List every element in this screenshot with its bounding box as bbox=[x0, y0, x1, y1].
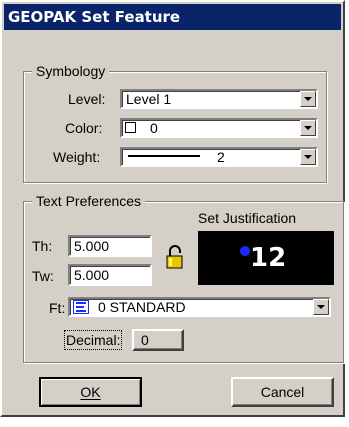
decimal-button[interactable]: 0 bbox=[132, 329, 184, 351]
justification-dot-icon bbox=[240, 246, 250, 256]
color-label: Color: bbox=[65, 120, 103, 136]
ok-button[interactable]: OK bbox=[39, 377, 142, 407]
justification-label: Set Justification bbox=[198, 210, 297, 226]
weight-value: 2 bbox=[217, 149, 225, 165]
color-swatch-icon bbox=[125, 122, 136, 133]
level-dropdown[interactable]: Level 1 bbox=[120, 89, 318, 109]
tw-input[interactable]: 5.000 bbox=[68, 264, 152, 286]
font-icon bbox=[73, 300, 89, 314]
window-title[interactable]: GEOPAK Set Feature bbox=[4, 4, 341, 30]
font-value: 0 STANDARD bbox=[98, 299, 186, 315]
color-value: 0 bbox=[150, 120, 158, 136]
tw-label: Tw: bbox=[32, 268, 54, 284]
chevron-down-icon[interactable] bbox=[300, 91, 316, 107]
ok-label: OK bbox=[80, 384, 101, 400]
lock-icon[interactable] bbox=[166, 244, 184, 270]
font-dropdown[interactable]: 0 STANDARD bbox=[68, 297, 331, 317]
level-value: Level 1 bbox=[126, 91, 172, 107]
color-dropdown[interactable]: 0 bbox=[120, 118, 318, 138]
th-input[interactable]: 5.000 bbox=[68, 235, 152, 257]
ft-label: Ft: bbox=[49, 300, 66, 316]
weight-label: Weight: bbox=[53, 149, 101, 165]
chevron-down-icon[interactable] bbox=[300, 149, 316, 165]
justification-value: 12 bbox=[250, 243, 287, 273]
chevron-down-icon[interactable] bbox=[313, 299, 329, 315]
level-label: Level: bbox=[68, 91, 106, 107]
decimal-label[interactable]: Decimal: bbox=[64, 330, 123, 350]
justification-preview[interactable]: 12 bbox=[198, 231, 334, 285]
text-preferences-legend: Text Preferences bbox=[32, 192, 146, 210]
th-label: Th: bbox=[32, 238, 53, 254]
weight-dropdown[interactable]: 2 bbox=[120, 147, 318, 167]
symbology-legend: Symbology bbox=[32, 62, 110, 80]
cancel-button[interactable]: Cancel bbox=[231, 377, 334, 407]
line-weight-icon bbox=[128, 155, 200, 157]
geopak-set-feature-dialog: GEOPAK Set Feature Symbology Level: Leve… bbox=[0, 0, 345, 417]
chevron-down-icon[interactable] bbox=[300, 120, 316, 136]
